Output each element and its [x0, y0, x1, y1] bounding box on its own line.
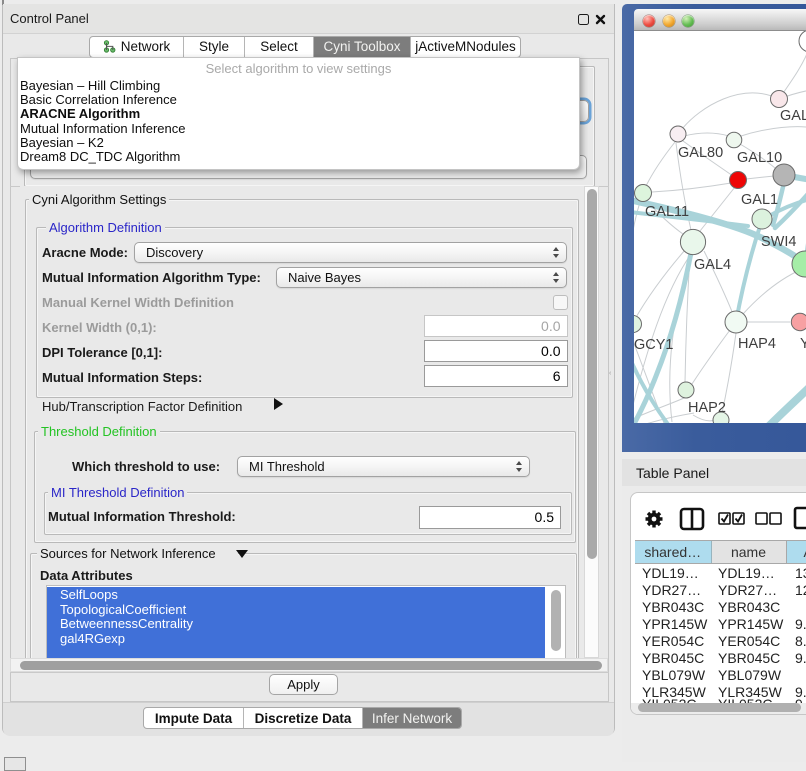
- svg-text:Y: Y: [800, 336, 806, 352]
- svg-text:HAP2: HAP2: [688, 400, 726, 416]
- svg-text:GCY1: GCY1: [634, 337, 674, 353]
- svg-text:GAL10: GAL10: [737, 150, 782, 166]
- svg-text:HAP4: HAP4: [738, 336, 776, 352]
- svg-text:SWI4: SWI4: [761, 234, 796, 250]
- svg-text:GAL11: GAL11: [645, 204, 689, 220]
- svg-text:GAL80: GAL80: [678, 145, 723, 161]
- svg-text:GAL1: GAL1: [741, 192, 778, 208]
- svg-text:GAL2: GAL2: [780, 108, 806, 124]
- svg-text:GAL4: GAL4: [694, 257, 731, 273]
